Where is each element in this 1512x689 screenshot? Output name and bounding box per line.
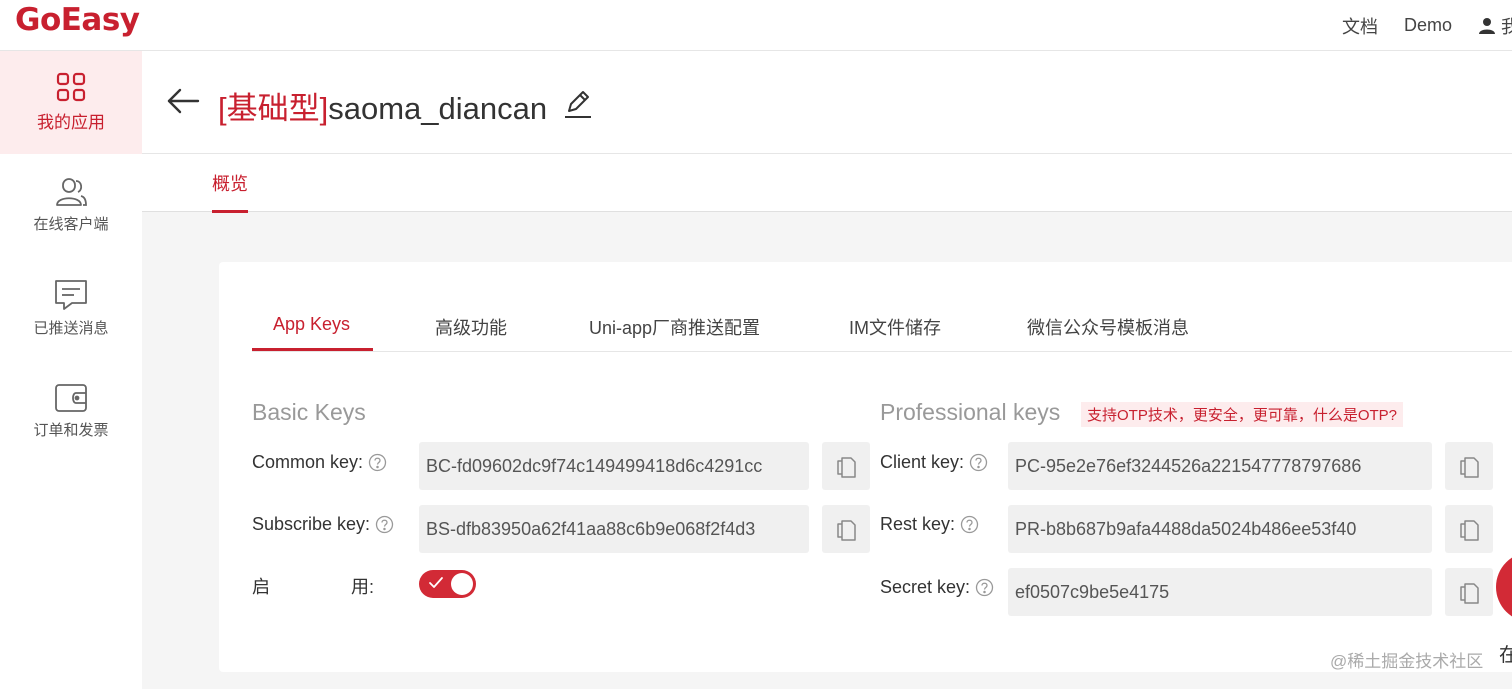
- sidebar-item-online-clients[interactable]: 在线客户端: [0, 154, 142, 257]
- help-icon[interactable]: [960, 515, 979, 534]
- copy-icon: [1460, 457, 1479, 478]
- otp-note-link[interactable]: 支持OTP技术，更安全，更可靠，什么是OTP?: [1081, 402, 1404, 427]
- app-type-tag: [基础型]: [218, 91, 329, 126]
- copy-icon: [837, 457, 856, 478]
- sidebar-item-my-apps[interactable]: 我的应用: [0, 51, 142, 154]
- professional-keys-title: Professional keys: [880, 399, 1061, 425]
- common-key-field[interactable]: BC-fd09602dc9f74c149499418d6c4291cc: [419, 442, 809, 490]
- client-key-label: Client key:: [880, 452, 988, 473]
- sidebar: 我的应用 在线客户端 已推送消息 订单和发票: [0, 51, 142, 689]
- tab-im-file-storage[interactable]: IM文件储存: [849, 314, 941, 340]
- sidebar-item-label: 我的应用: [37, 113, 105, 132]
- top-nav: 文档 Demo 我: [1342, 0, 1512, 51]
- watermark: @稀土掘金技术社区: [1330, 652, 1484, 671]
- secret-key-label: Secret key:: [880, 577, 994, 598]
- copy-rest-key-button[interactable]: [1445, 505, 1493, 553]
- sub-tabs: 概览: [142, 154, 1512, 213]
- subscribe-key-label: Subscribe key:: [252, 514, 394, 535]
- back-arrow-icon[interactable]: [166, 87, 200, 115]
- rest-key-label-text: Rest key:: [880, 514, 956, 534]
- copy-secret-key-button[interactable]: [1445, 568, 1493, 616]
- subscribe-key-label-text: Subscribe key:: [252, 514, 371, 534]
- tab-overview[interactable]: 概览: [212, 170, 248, 213]
- toggle-knob: [451, 573, 473, 595]
- edit-pencil-icon[interactable]: [563, 89, 593, 119]
- sidebar-item-label: 在线客户端: [33, 216, 109, 233]
- floating-label: 在: [1499, 645, 1512, 666]
- message-icon: [55, 280, 87, 310]
- copy-common-key-button[interactable]: [822, 442, 870, 490]
- tab-uniapp-push-config[interactable]: Uni-app厂商推送配置: [589, 314, 760, 340]
- subscribe-key-field[interactable]: BS-dfb83950a62f41aa88c6b9e068f2f4d3: [419, 505, 809, 553]
- enable-label-end: 用:: [350, 577, 374, 597]
- rest-key-label: Rest key:: [880, 514, 979, 535]
- copy-subscribe-key-button[interactable]: [822, 505, 870, 553]
- keys-tab-bar: App Keys 高级功能 Uni-app厂商推送配置 IM文件储存 微信公众号…: [252, 302, 1512, 352]
- sidebar-item-orders-invoices[interactable]: 订单和发票: [0, 360, 142, 463]
- tab-wechat-template-message[interactable]: 微信公众号模板消息: [1027, 314, 1189, 340]
- secret-key-field[interactable]: ef0507c9be5e4175: [1008, 568, 1432, 616]
- copy-icon: [1460, 583, 1479, 604]
- logo[interactable]: GoEasy: [15, 2, 140, 38]
- sidebar-item-label: 已推送消息: [33, 320, 109, 337]
- copy-icon: [1460, 520, 1479, 541]
- nav-docs-link[interactable]: 文档: [1342, 13, 1378, 39]
- tab-advanced-features[interactable]: 高级功能: [435, 314, 507, 340]
- sidebar-item-label: 订单和发票: [33, 422, 109, 439]
- enable-toggle[interactable]: [419, 570, 476, 598]
- sidebar-item-pushed-messages[interactable]: 已推送消息: [0, 257, 142, 360]
- app-keys-card: App Keys 高级功能 Uni-app厂商推送配置 IM文件储存 微信公众号…: [219, 262, 1512, 672]
- client-key-label-text: Client key:: [880, 452, 965, 472]
- client-key-field[interactable]: PC-95e2e76ef3244526a221547778797686: [1008, 442, 1432, 490]
- app-name: saoma_diancan: [328, 91, 548, 126]
- enable-label-start: 启: [252, 577, 270, 597]
- common-key-label-text: Common key:: [252, 452, 364, 472]
- check-icon: [429, 577, 443, 588]
- copy-client-key-button[interactable]: [1445, 442, 1493, 490]
- grid-icon: [56, 72, 86, 102]
- user-menu[interactable]: 我: [1478, 13, 1512, 39]
- tab-app-keys[interactable]: App Keys: [273, 314, 350, 335]
- wallet-icon: [55, 384, 87, 412]
- rest-key-field[interactable]: PR-b8b687b9afa4488da5024b486ee53f40: [1008, 505, 1432, 553]
- secret-key-label-text: Secret key:: [880, 577, 971, 597]
- page-title: [基础型]saoma_diancan: [218, 83, 547, 128]
- user-label: 我: [1501, 16, 1512, 37]
- active-tab-underline: [252, 348, 373, 351]
- user-icon: [1479, 17, 1495, 34]
- page-header: [基础型]saoma_diancan: [142, 51, 1512, 154]
- enable-label: 启 用:: [252, 573, 374, 599]
- basic-keys-title: Basic Keys: [252, 399, 366, 425]
- top-bar: GoEasy 文档 Demo 我: [0, 0, 1512, 51]
- help-icon[interactable]: [975, 578, 994, 597]
- copy-icon: [837, 520, 856, 541]
- help-icon[interactable]: [969, 453, 988, 472]
- help-icon[interactable]: [375, 515, 394, 534]
- users-icon: [56, 178, 87, 206]
- common-key-label: Common key:: [252, 452, 387, 473]
- help-icon[interactable]: [368, 453, 387, 472]
- nav-demo-link[interactable]: Demo: [1404, 15, 1452, 36]
